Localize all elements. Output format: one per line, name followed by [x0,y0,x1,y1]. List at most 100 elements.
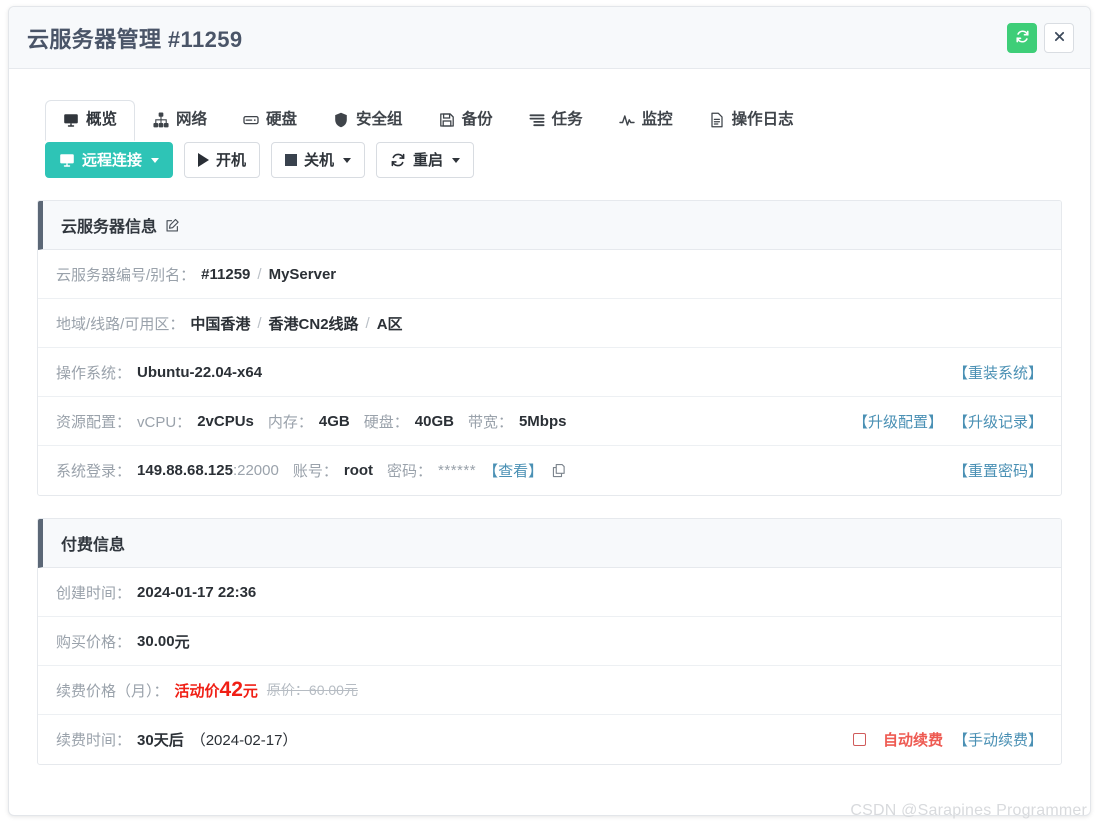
cpu-label: vCPU： [137,411,191,432]
sitemap-icon [153,112,169,128]
tab-monitor[interactable]: 监控 [601,100,691,141]
server-id-row: 云服务器编号/别名： #11259 / MyServer [38,250,1061,299]
renew-time-row: 续费时间： 30天后 （2024-02-17） 自动续费 【手动续费】 [38,715,1061,764]
view-password-link[interactable]: 【查看】 [483,460,543,481]
manual-renew-link[interactable]: 【手动续费】 [953,729,1043,750]
cpu-value: 2vCPUs [197,413,254,430]
power-on-label: 开机 [216,153,246,168]
restart-icon [390,152,406,168]
created-time-value: 2024-01-17 22:36 [137,584,256,601]
restart-label: 重启 [413,153,443,168]
tab-network-label: 网络 [176,112,207,128]
copy-icon[interactable] [551,463,566,478]
tab-bar: 概览 网络 [37,95,1062,141]
tab-tasks-label: 任务 [552,112,583,128]
server-login-row: 系统登录： 149.88.68.125 :22000 账号： root 密码： … [38,446,1061,495]
watermark: CSDN @Sarapines Programmer [850,802,1087,820]
region-value: 中国香港 [190,313,250,334]
renew-time-label: 续费时间： [56,729,131,750]
hdd-icon [243,112,259,128]
list-icon [529,112,545,128]
power-off-button[interactable]: 关机 [271,142,365,178]
tab-tasks[interactable]: 任务 [511,100,601,141]
created-time-label: 创建时间： [56,582,131,603]
tab-operation-log[interactable]: 操作日志 [691,100,812,141]
tab-overview-label: 概览 [86,112,117,128]
tab-disk[interactable]: 硬盘 [225,100,315,141]
line-value: 香港CN2线路 [269,313,359,334]
renew-time-date: （2024-02-17） [191,729,298,750]
auto-renew-checkbox[interactable] [853,733,866,746]
promo-prefix: 活动价 [175,683,220,700]
password-mask: ****** [438,462,476,479]
memory-label: 内存： [268,411,313,432]
restart-button[interactable]: 重启 [376,142,474,178]
chevron-down-icon [151,158,159,163]
disk-value: 40GB [415,413,454,430]
os-label: 操作系统： [56,362,131,383]
billing-panel-header: 付费信息 [38,519,1061,568]
tab-operation-log-label: 操作日志 [732,112,794,128]
server-info-title: 云服务器信息 [61,213,157,237]
server-info-panel-header: 云服务器信息 [38,201,1061,250]
auto-renew-label[interactable]: 自动续费 [883,729,943,750]
disk-label: 硬盘： [364,411,409,432]
purchase-price-label: 购买价格： [56,631,131,652]
server-spec-row: 资源配置： vCPU： 2vCPUs 内存： 4GB 硬盘： 40GB 带宽： … [38,397,1061,446]
refresh-button[interactable] [1007,23,1037,53]
purchase-price-row: 购买价格： 30.00 元 [38,617,1061,666]
renew-time-value: 30天后 [137,729,184,750]
memory-value: 4GB [319,413,350,430]
chevron-down-icon [452,158,460,163]
server-management-dialog: 云服务器管理 #11259 [8,6,1091,816]
close-icon [1053,30,1066,46]
monitor-icon [63,112,79,128]
server-id-label: 云服务器编号/别名： [56,264,195,285]
upgrade-config-link[interactable]: 【升级配置】 [853,411,943,432]
billing-panel: 付费信息 创建时间： 2024-01-17 22:36 购买价格： 30.00 … [37,518,1062,765]
username-label: 账号： [293,460,338,481]
zone-value: A区 [377,313,403,334]
password-label: 密码： [387,460,432,481]
power-off-label: 关机 [304,153,334,168]
original-price: 原价：60.00元 [267,680,358,700]
billing-title: 付费信息 [61,531,125,555]
upgrade-history-link[interactable]: 【升级记录】 [953,411,1043,432]
login-label: 系统登录： [56,460,131,481]
file-text-icon [709,112,725,128]
remote-connect-button[interactable]: 远程连接 [45,142,173,178]
power-on-button[interactable]: 开机 [184,142,260,178]
tab-network[interactable]: 网络 [135,100,225,141]
tab-monitor-label: 监控 [642,112,673,128]
monitor-icon [59,152,75,168]
save-icon [439,112,455,128]
close-button[interactable] [1044,23,1074,53]
region-label: 地域/线路/可用区： [56,313,184,334]
remote-connect-label: 远程连接 [82,153,142,168]
tab-backup[interactable]: 备份 [421,100,511,141]
spec-label: 资源配置： [56,411,131,432]
tab-disk-label: 硬盘 [266,112,297,128]
server-region-row: 地域/线路/可用区： 中国香港 / 香港CN2线路 / A区 [38,299,1061,348]
edit-square-icon[interactable] [165,218,180,233]
action-toolbar: 远程连接 开机 关机 [37,142,1062,178]
os-value: Ubuntu-22.04-x64 [137,364,262,381]
tab-overview[interactable]: 概览 [45,100,135,141]
play-icon [198,153,209,167]
promo-amount: 42 [220,678,243,701]
server-alias-value: MyServer [269,266,337,283]
server-info-panel: 云服务器信息 云服务器编号/别名： #11259 / MyServer [37,200,1062,496]
server-id-value: #11259 [201,266,250,283]
server-os-row: 操作系统： Ubuntu-22.04-x64 【重装系统】 [38,348,1061,397]
renew-price-label: 续费价格（月）： [56,680,169,701]
tab-security-group[interactable]: 安全组 [315,100,421,141]
activity-icon [619,112,635,128]
reset-password-link[interactable]: 【重置密码】 [953,460,1043,481]
dialog-header: 云服务器管理 #11259 [9,7,1090,69]
purchase-price-value: 30.00 [137,633,175,650]
bandwidth-label: 带宽： [468,411,513,432]
login-ip-value: 149.88.68.125 [137,462,233,479]
tab-security-group-label: 安全组 [356,112,403,128]
region-separator-2: / [366,315,370,332]
reinstall-system-link[interactable]: 【重装系统】 [953,362,1043,383]
